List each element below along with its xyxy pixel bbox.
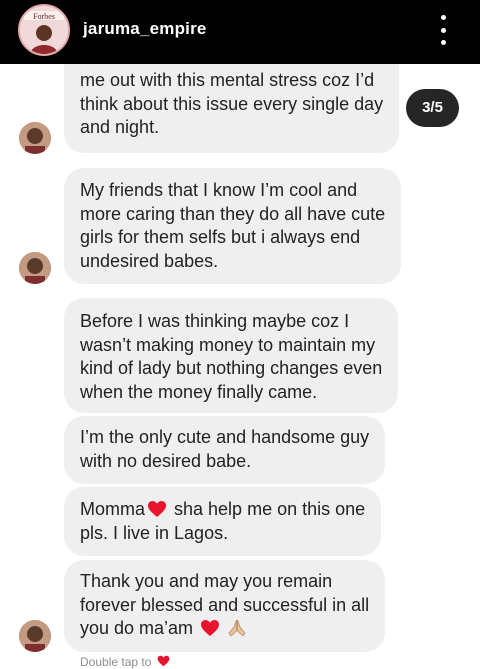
story-page-indicator: 3/5 (406, 89, 459, 127)
sender-avatar[interactable] (19, 122, 51, 154)
message-line: me out with this mental stress coz I’d (80, 70, 375, 90)
message-line: Before I was thinking maybe coz I (80, 311, 350, 331)
message-bubble[interactable]: Thank you and may you remain forever ble… (64, 560, 386, 652)
message-line: with no desired babe. (80, 450, 252, 471)
red-heart-icon (157, 655, 170, 667)
message-line: Thank you and may you remain (80, 571, 333, 591)
message-text: sha help me on this one (169, 499, 366, 519)
message-bubble[interactable]: Before I was thinking maybe coz I wasn’t… (64, 298, 399, 413)
account-avatar[interactable]: Forbes (18, 4, 70, 56)
message-line: My friends that I know I’m cool and (80, 180, 358, 200)
message-line: forever blessed and successful in all (80, 594, 370, 615)
more-options-icon[interactable] (436, 15, 450, 45)
message-bubble[interactable]: My friends that I know I’m cool and more… (64, 168, 402, 284)
double-tap-hint: Double tap to (80, 655, 172, 669)
message-text: you do ma’am (80, 618, 199, 638)
message-line: I’m the only cute and handsome guy (80, 427, 370, 447)
message-bubble[interactable]: I’m the only cute and handsome guy with … (64, 416, 386, 484)
avatar-label: Forbes (33, 12, 55, 21)
message-bubble[interactable]: Momma sha help me on this one pls. I liv… (64, 487, 382, 556)
red-heart-icon (201, 620, 220, 636)
hint-text: Double tap to (80, 655, 152, 669)
sender-avatar[interactable] (19, 252, 51, 284)
message-line: when the money finally came. (80, 381, 318, 402)
post-header: Forbes jaruma_empire (0, 0, 480, 64)
message-line: kind of lady but nothing changes even (80, 358, 383, 378)
message-line: think about this issue every single day (80, 93, 384, 114)
message-line: more caring than they do all have cute (80, 203, 386, 224)
message-line: wasn’t making money to maintain my (80, 334, 376, 355)
message-line: you do ma’am (80, 617, 369, 641)
folded-hands-icon (228, 619, 246, 637)
account-name[interactable]: jaruma_empire (83, 19, 207, 39)
message-line: pls. I live in Lagos. (80, 522, 229, 543)
message-line: undesired babes. (80, 250, 219, 271)
message-line: Momma sha help me on this one (80, 498, 365, 522)
sender-avatar[interactable] (19, 620, 51, 652)
message-line: and night. (80, 117, 160, 137)
message-line: girls for them selfs but i always end (80, 227, 361, 247)
red-heart-icon (148, 501, 167, 517)
message-text: Momma (80, 499, 146, 519)
